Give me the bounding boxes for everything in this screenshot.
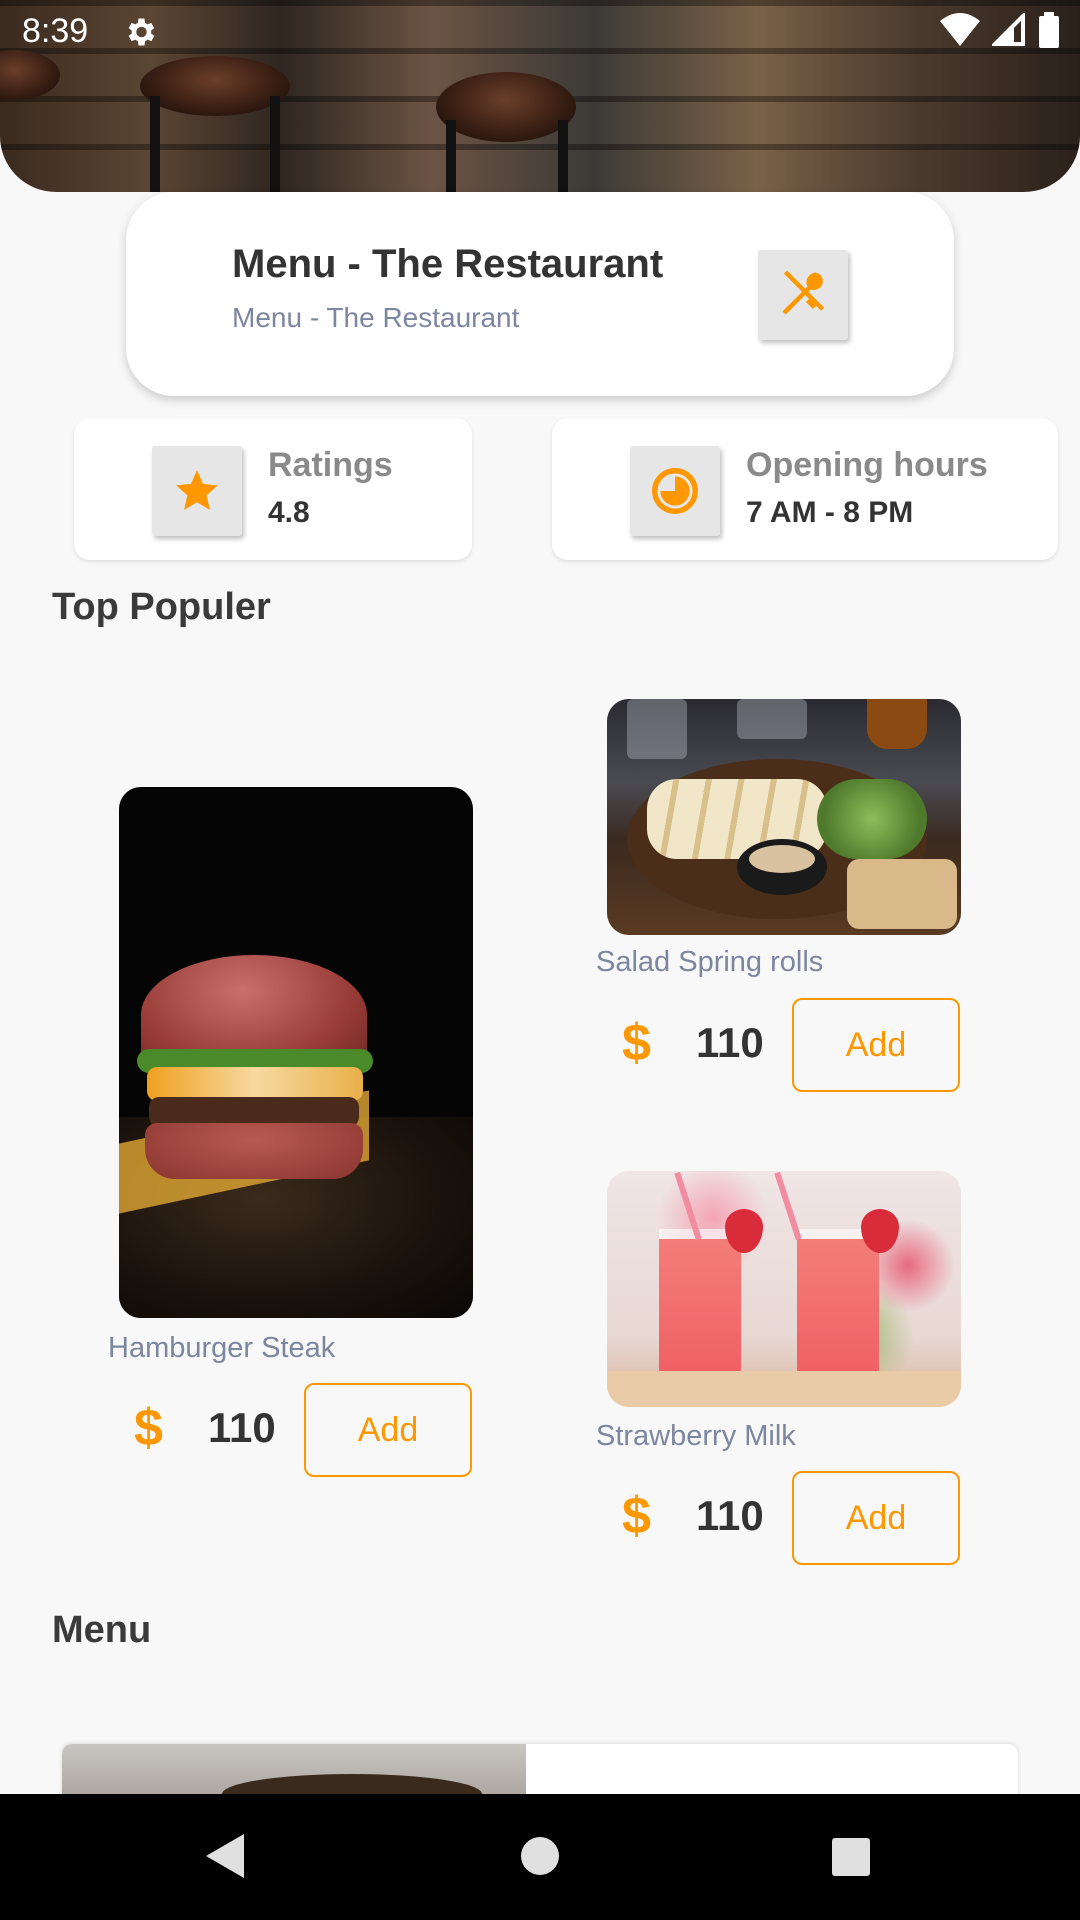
opening-hours-label: Opening hours — [746, 446, 988, 484]
menu-heading: Menu — [52, 1609, 152, 1651]
hamburger-steak-image[interactable] — [119, 787, 473, 1318]
restaurant-title: Menu - The Restaurant — [232, 242, 664, 286]
status-time: 8:39 — [22, 12, 89, 50]
opening-hours-card: Opening hours 7 AM - 8 PM — [552, 418, 1058, 560]
battery-icon — [1038, 12, 1060, 53]
status-bar: 8:39 — [0, 0, 1080, 62]
strawberry-milk-image[interactable] — [607, 1171, 961, 1407]
add-button[interactable]: Add — [304, 1383, 472, 1477]
opening-hours-value: 7 AM - 8 PM — [746, 496, 914, 529]
ratings-value: 4.8 — [268, 496, 310, 529]
home-circle-icon[interactable] — [519, 1832, 561, 1885]
dollar-icon: $ — [622, 1487, 651, 1545]
back-triangle-icon[interactable] — [204, 1832, 246, 1885]
add-button[interactable]: Add — [792, 1471, 960, 1565]
star-icon — [152, 446, 242, 536]
top-popular-heading: Top Populer — [52, 586, 271, 628]
signal-icon — [990, 11, 1026, 52]
restaurant-subtitle: Menu - The Restaurant — [232, 302, 520, 333]
item-price: 110 — [696, 1019, 764, 1066]
ratings-label: Ratings — [268, 446, 393, 484]
restaurant-title-card: Menu - The Restaurant Menu - The Restaur… — [126, 192, 954, 396]
item-name: Hamburger Steak — [108, 1332, 336, 1364]
item-price: 110 — [696, 1492, 764, 1539]
ratings-card: Ratings 4.8 — [74, 418, 472, 560]
dollar-icon: $ — [134, 1399, 163, 1457]
navigation-bar — [0, 1794, 1080, 1920]
recents-square-icon[interactable] — [830, 1832, 872, 1885]
wifi-icon — [940, 13, 980, 52]
clock-icon — [630, 446, 720, 536]
item-price: 110 — [208, 1404, 276, 1451]
item-name: Strawberry Milk — [596, 1420, 796, 1452]
salad-spring-rolls-image[interactable] — [607, 699, 961, 935]
gear-icon — [122, 14, 158, 50]
add-button[interactable]: Add — [792, 998, 960, 1092]
fork-spoon-icon — [758, 250, 848, 340]
item-name: Salad Spring rolls — [596, 946, 824, 978]
dollar-icon: $ — [622, 1014, 651, 1072]
